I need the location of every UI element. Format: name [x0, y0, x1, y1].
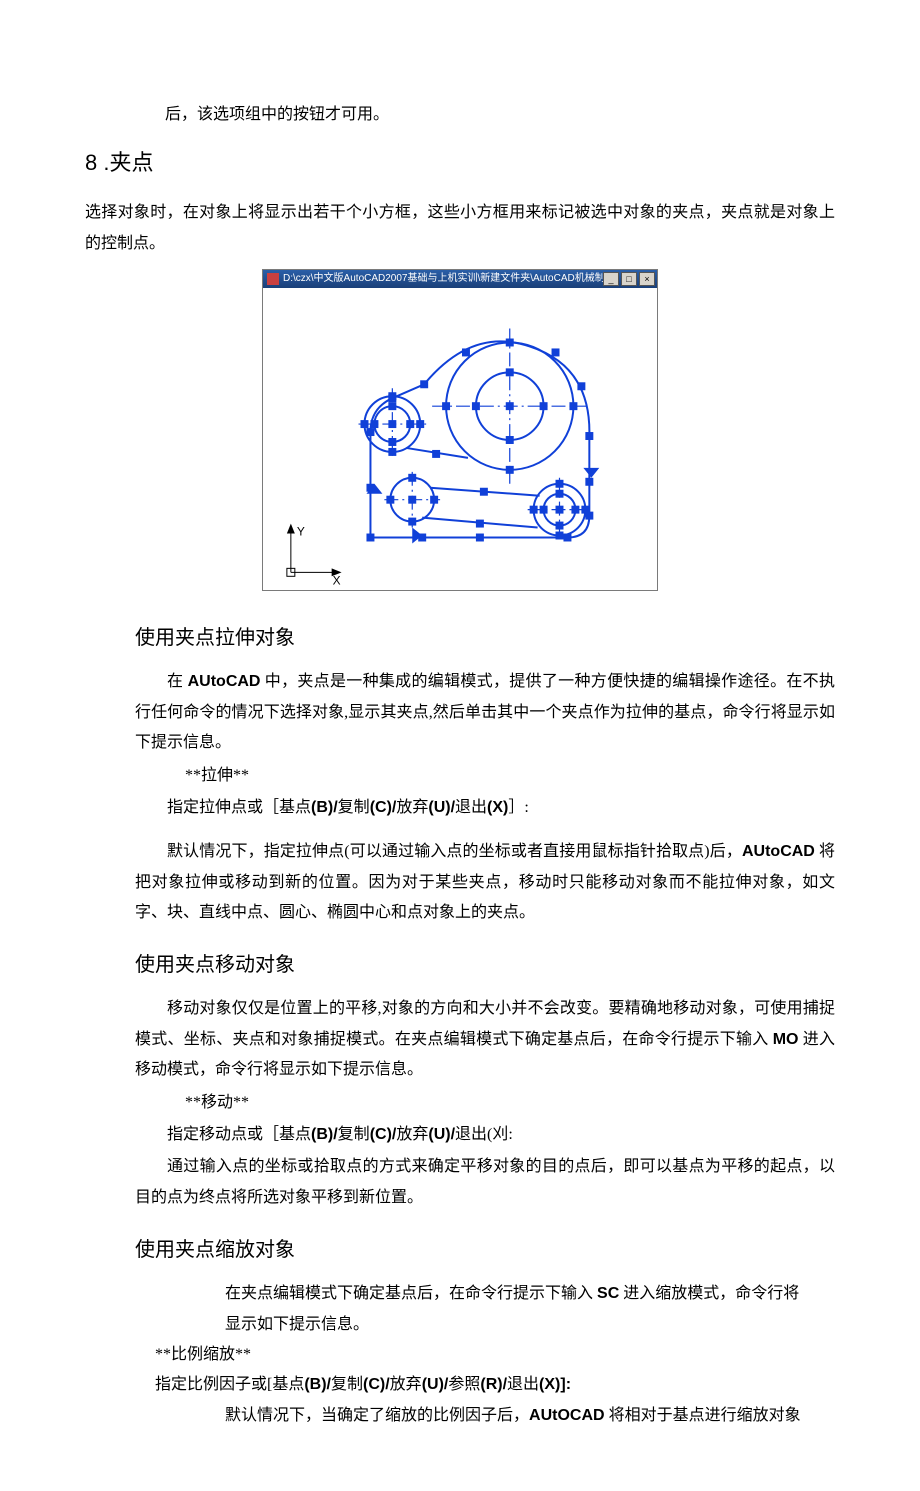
subhead-move: 使用夹点移动对象	[135, 946, 835, 984]
s2-p1: 移动对象仅仅是位置上的平移,对象的方向和大小并不会改变。要精确地移动对象，可使用…	[85, 994, 835, 1085]
s1-p1: 在 AUtoCAD 中，夹点是一种集成的编辑模式，提供了一种方便快捷的编辑操作途…	[85, 667, 835, 758]
svg-text:Y: Y	[297, 524, 305, 538]
app-icon	[267, 273, 279, 285]
section-title: .夹点	[103, 150, 153, 175]
subhead-scale: 使用夹点缩放对象	[135, 1231, 835, 1269]
s1-cmd2: 指定拉伸点或［基点(B)/复制(C)/放弃(U)/退出(X)］:	[85, 793, 835, 823]
minimize-icon[interactable]: _	[603, 272, 619, 286]
s1-cmd1: **拉伸**	[85, 761, 835, 791]
svg-text:X: X	[333, 573, 341, 587]
s3-p1b: 显示如下提示信息。	[85, 1310, 835, 1340]
figure: D:\czx\中文版AutoCAD2007基础与上机实训\新建文件夹\AutoC…	[85, 269, 835, 601]
close-icon[interactable]: ×	[639, 272, 655, 286]
s2-cmd1: **移动**	[85, 1088, 835, 1118]
s2-cmd2: 指定移动点或［基点(B)/复制(C)/放弃(U)/退出(刈:	[85, 1120, 835, 1150]
cad-window: D:\czx\中文版AutoCAD2007基础与上机实训\新建文件夹\AutoC…	[262, 269, 658, 591]
maximize-icon[interactable]: □	[621, 272, 637, 286]
s3-cmd1: **比例缩放**	[85, 1340, 835, 1370]
s2-p2: 通过输入点的坐标或拾取点的方式来确定平移对象的目的点后，即可以基点为平移的起点，…	[85, 1152, 835, 1213]
para-1: 选择对象时，在对象上将显示出若干个小方框，这些小方框用来标记被选中对象的夹点，夹…	[85, 198, 835, 259]
s3-p1a: 在夹点编辑模式下确定基点后，在命令行提示下输入 SC 进入缩放模式，命令行将	[85, 1279, 835, 1309]
window-title: D:\czx\中文版AutoCAD2007基础与上机实训\新建文件夹\AutoC…	[283, 270, 603, 288]
s1-p2: 默认情况下，指定拉伸点(可以通过输入点的坐标或者直接用鼠标指针拾取点)后，AUt…	[85, 837, 835, 928]
section-heading: 8 .夹点	[85, 142, 835, 184]
section-number: 8	[85, 150, 97, 175]
subhead-stretch: 使用夹点拉伸对象	[135, 619, 835, 657]
grips	[361, 338, 594, 541]
intro-text: 后，该选项组中的按钮才可用。	[85, 100, 835, 130]
window-titlebar: D:\czx\中文版AutoCAD2007基础与上机实训\新建文件夹\AutoC…	[263, 270, 657, 288]
cad-canvas: Y X	[263, 288, 657, 590]
ucs-axis: Y X	[287, 524, 342, 588]
s3-cmd2: 指定比例因子或[基点(B)/复制(C)/放弃(U)/参照(R)/退出(X)]:	[85, 1370, 835, 1400]
s3-p2: 默认情况下，当确定了缩放的比例因子后，AUtOCAD 将相对于基点进行缩放对象	[85, 1401, 835, 1431]
